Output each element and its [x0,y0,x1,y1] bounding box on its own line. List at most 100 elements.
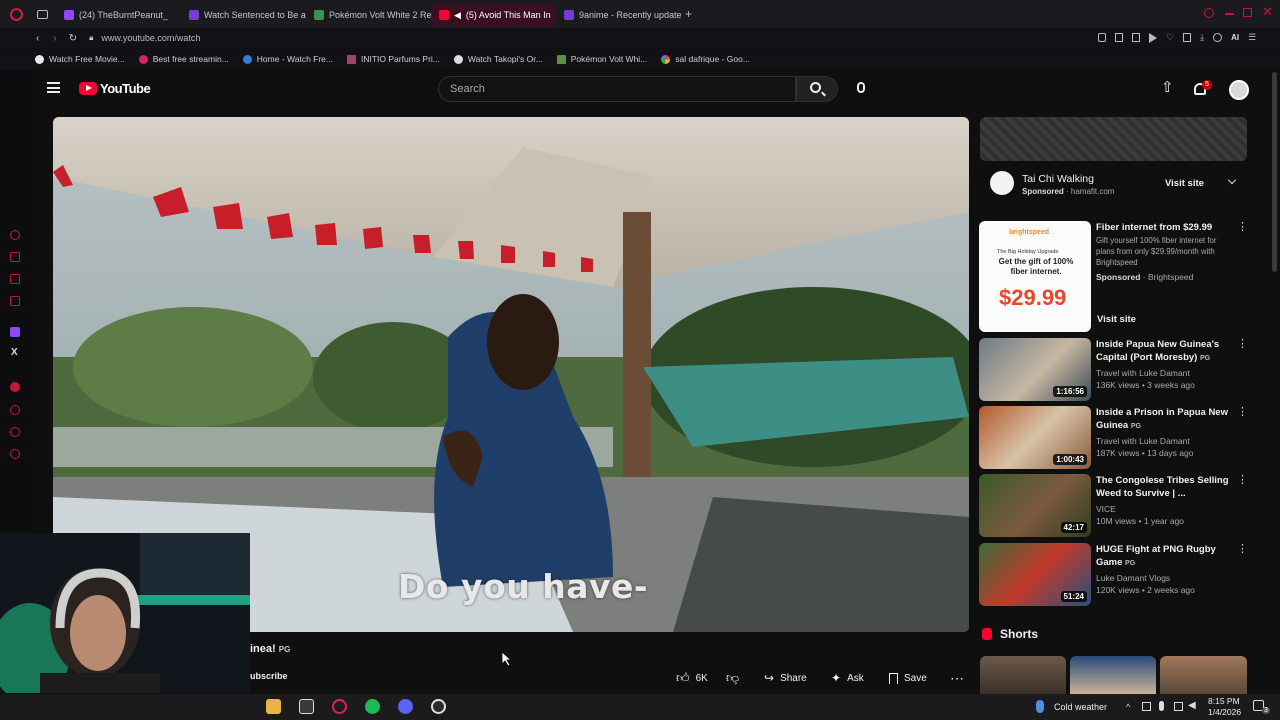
short-thumbnail[interactable] [1070,656,1156,694]
more-options-icon[interactable]: ⋮ [1237,475,1248,490]
dislike-button[interactable]: 👎︎ [726,668,739,688]
download-icon[interactable]: ⤓ [1200,33,1204,43]
more-options-icon[interactable]: ⋮ [1237,407,1248,422]
extensions-icon[interactable] [10,427,20,437]
x-icon[interactable]: X [11,347,18,358]
bookmark-item[interactable]: sal dafrique - Goo... [661,54,750,64]
video-thumbnail[interactable]: 42:17 [979,474,1091,537]
video-thumbnail[interactable]: 1:00:43 [979,406,1091,469]
spotify-icon[interactable] [365,699,380,714]
snapshot-icon[interactable] [1132,33,1140,42]
sponsored-thumbnail[interactable]: brightspeed The Big Holiday Upgrade Get … [979,221,1091,332]
network-icon[interactable] [1174,702,1183,711]
bookmark-item[interactable]: Best free streamin... [138,54,229,64]
save-button[interactable]: Save [889,668,927,688]
browser-tab[interactable]: Pokémon Volt White 2 Re [306,4,431,26]
page-scrollbar[interactable] [1272,72,1277,272]
new-tab-icon[interactable]: + [685,7,692,21]
speaker-icon[interactable]: ◀ [454,10,461,21]
weather-label[interactable]: Cold weather [1054,702,1107,712]
ad-banner[interactable] [980,117,1247,161]
aria-icon[interactable] [10,230,20,240]
tab-overview-icon[interactable] [37,9,48,19]
pin-icon[interactable] [1098,33,1106,42]
channel-name[interactable]: Luke Damant Vlogs [1096,572,1170,584]
ad-card[interactable]: Tai Chi Walking Sponsored · hamafit.com … [980,165,1247,203]
maximize-icon[interactable] [1243,8,1252,17]
list-item[interactable]: 1:16:56 Inside Papua New Guinea's Capita… [979,338,1248,404]
avatar[interactable] [1229,80,1249,100]
visit-site-button[interactable]: Visit site [1165,178,1204,189]
pinboard-icon[interactable] [10,274,20,284]
store-icon[interactable] [299,699,314,714]
short-thumbnail[interactable] [1160,656,1247,694]
clock-time[interactable]: 8:15 PM [1208,696,1240,706]
menu-icon[interactable]: ☰ [1248,33,1256,43]
forward-icon[interactable]: › [53,33,56,44]
settings-icon[interactable] [10,449,20,459]
tray-app-icon[interactable] [1142,702,1151,711]
bookmark-item[interactable]: Home - Watch Fre... [242,54,333,64]
list-item[interactable]: 42:17 The Congolese Tribes Selling Weed … [979,474,1248,540]
channel-name[interactable]: Travel with Luke Damant [1096,435,1190,447]
youtube-logo[interactable]: YouTube [79,81,151,96]
back-icon[interactable]: ‹ [36,33,39,44]
discord-icon[interactable] [398,699,413,714]
twitch-icon[interactable] [10,327,20,337]
browser-tab-active[interactable]: ◀ (5) Avoid This Man In [431,4,556,26]
search-button[interactable] [796,76,838,102]
voice-search-icon[interactable] [857,82,865,93]
bookmark-icon[interactable] [1115,33,1123,42]
reload-icon[interactable]: ↻ [69,33,77,44]
obs-icon[interactable] [431,699,446,714]
bookmark-item[interactable]: INITIO Parfums Pri... [347,54,440,64]
heart-icon[interactable]: ♡ [1166,33,1174,43]
close-icon[interactable]: ✕ [1262,4,1273,20]
messenger-icon[interactable] [10,296,20,306]
channel-name[interactable]: Travel with Luke Damant [1096,367,1190,379]
browser-tab[interactable]: 9anime - Recently update [556,4,681,26]
wallet-icon[interactable] [1183,33,1192,42]
history-icon[interactable] [10,405,20,415]
bookmark-item[interactable]: Watch Free Movie... [35,54,125,64]
like-button[interactable]: 👍︎ 6K [676,668,708,688]
opera-logo-icon[interactable] [10,7,23,21]
sponsored-recommendation[interactable]: brightspeed The Big Holiday Upgrade Get … [979,221,1248,333]
browser-tab[interactable]: (24) TheBurntPeanut_ [56,4,181,26]
chevron-down-icon[interactable] [1227,175,1237,185]
channel-name[interactable]: VICE [1096,503,1116,515]
guide-menu-icon[interactable] [47,82,60,93]
video-thumbnail[interactable]: 1:16:56 [979,338,1091,401]
list-item[interactable]: 51:24 HUGE Fight at PNG Rugby Game PG Lu… [979,543,1248,609]
play-icon[interactable] [1149,33,1157,43]
visit-site-button[interactable]: Visit site [1097,314,1136,325]
list-item[interactable]: 1:00:43 Inside a Prison in Papua New Gui… [979,406,1248,472]
url-field[interactable]: www.youtube.com/watch [101,33,200,43]
search-tabs-icon[interactable] [1204,8,1214,18]
account-icon[interactable] [1213,33,1223,42]
volume-icon[interactable]: ◀ [1188,700,1196,711]
file-explorer-icon[interactable] [266,699,281,714]
more-actions-button[interactable]: ⋯ [950,668,964,688]
short-thumbnail[interactable] [980,656,1066,694]
share-button[interactable]: ↪ Share [764,668,807,688]
subscribe-button[interactable]: ubscribe [250,671,288,681]
ai-label[interactable]: AI [1231,33,1239,43]
minimize-icon[interactable] [1225,13,1234,15]
opera-gx-icon[interactable] [332,699,347,714]
workspace-icon[interactable] [10,252,20,262]
more-options-icon[interactable]: ⋮ [1237,222,1248,237]
spotify-icon[interactable] [10,382,20,392]
more-options-icon[interactable]: ⋮ [1237,339,1248,354]
video-thumbnail[interactable]: 51:24 [979,543,1091,606]
ask-button[interactable]: ✦ Ask [831,668,864,688]
browser-tab[interactable]: Watch Sentenced to Be a [181,4,306,26]
bookmark-item[interactable]: Pokémon Volt Whi... [556,54,647,64]
more-options-icon[interactable]: ⋮ [1237,544,1248,559]
tray-chevron-icon[interactable]: ^ [1126,702,1130,712]
clock-date[interactable]: 1/4/2026 [1208,707,1241,717]
upload-icon[interactable]: ⇧ [1161,80,1174,95]
microphone-icon[interactable] [1159,701,1164,711]
search-input[interactable]: Search [438,76,796,102]
bookmark-item[interactable]: Watch Takopi's Or... [453,54,543,64]
